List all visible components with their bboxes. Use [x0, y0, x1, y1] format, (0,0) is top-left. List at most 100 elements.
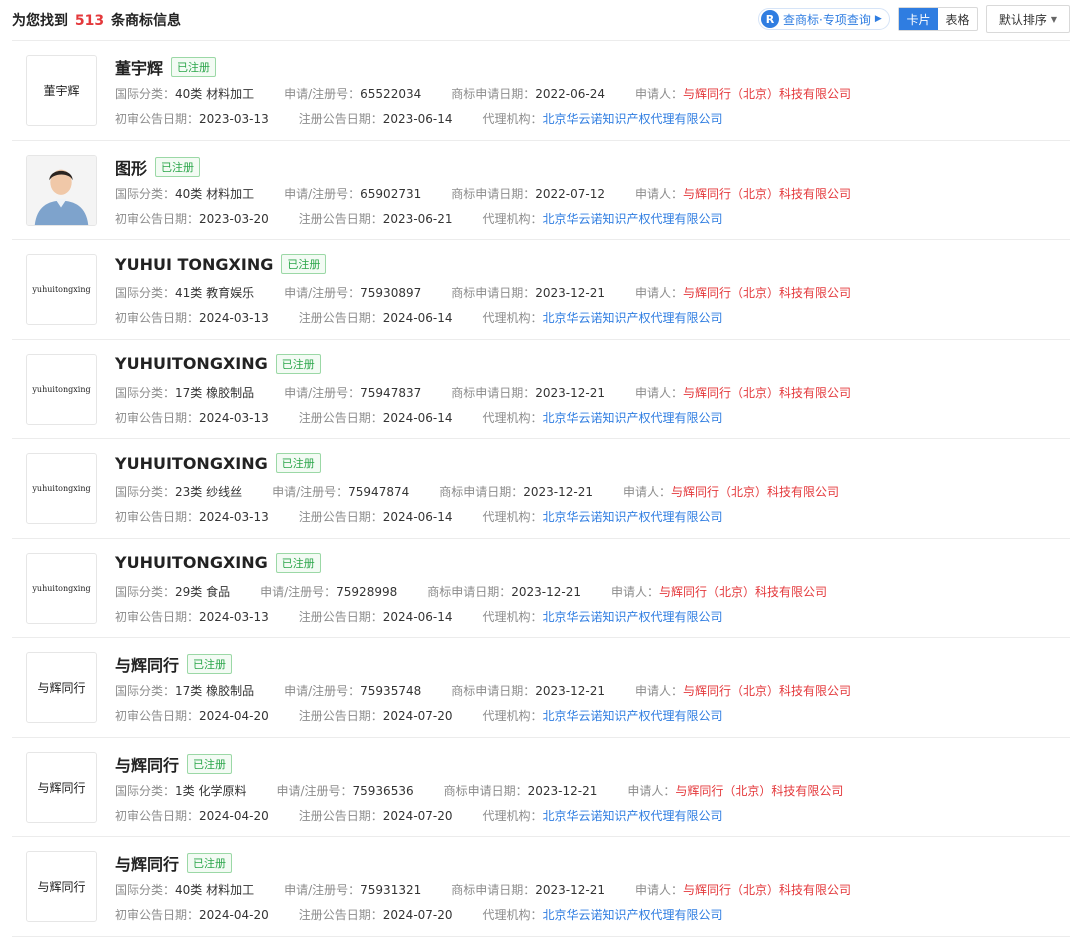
- trademark-image[interactable]: 与辉同行: [26, 751, 97, 823]
- first-pub-value: 2024-03-13: [199, 510, 269, 524]
- reg-pub-value: 2023-06-14: [382, 112, 453, 126]
- trademark-list: 董宇辉 董宇辉 已注册 国际分类：40类 材料加工 申请/注册号：6552203…: [12, 41, 1070, 937]
- trademark-query-button[interactable]: R 查商标·专项查询 ▶: [758, 8, 890, 30]
- reg-no-label: 申请/注册号：: [276, 783, 353, 798]
- detail-row-1: 国际分类：1类 化学原料 申请/注册号：75936536 商标申请日期：2023…: [115, 782, 873, 799]
- applicant-link[interactable]: 与辉同行（北京）科技有限公司: [683, 684, 851, 698]
- first-pub-label: 初审公告日期：: [115, 510, 200, 524]
- apply-date-value: 2022-06-24: [535, 87, 605, 101]
- status-badge: 已注册: [275, 453, 321, 473]
- reg-pub-label: 注册公告日期：: [298, 510, 383, 524]
- first-pub-label: 初审公告日期：: [115, 211, 200, 226]
- agency-link[interactable]: 北京华云诺知识产权代理有限公司: [543, 411, 723, 425]
- class-field: 国际分类：17类 橡胶制品: [115, 384, 254, 401]
- apply-date-value: 2023-12-21: [535, 385, 605, 400]
- agency-field: 代理机构：北京华云诺知识产权代理有限公司: [483, 508, 723, 525]
- trademark-card[interactable]: yuhuitongxing YUHUITONGXING 已注册 国际分类：23类…: [12, 439, 1070, 539]
- trademark-card[interactable]: 董宇辉 董宇辉 已注册 国际分类：40类 材料加工 申请/注册号：6552203…: [12, 41, 1070, 141]
- trademark-image[interactable]: 与辉同行: [26, 851, 97, 922]
- applicant-link[interactable]: 与辉同行（北京）科技有限公司: [683, 386, 851, 400]
- applicant-link[interactable]: 与辉同行（北京）科技有限公司: [659, 585, 827, 599]
- reg-no-value: 65522034: [360, 87, 422, 101]
- apply-date-field: 商标申请日期：2023-12-21: [439, 483, 593, 500]
- trademark-card[interactable]: yuhuitongxing YUHUI TONGXING 已注册 国际分类：41…: [12, 240, 1070, 340]
- applicant-label: 申请人：: [635, 385, 684, 400]
- class-label: 国际分类：: [115, 385, 176, 400]
- reg-no-field: 申请/注册号：65902731: [284, 185, 421, 202]
- trademark-name[interactable]: 与辉同行: [115, 752, 179, 776]
- trademark-name[interactable]: YUHUITONGXING: [115, 354, 268, 373]
- trademark-name[interactable]: YUHUITONGXING: [115, 454, 268, 473]
- title-row: 董宇辉 已注册: [115, 55, 217, 79]
- trademark-name[interactable]: YUHUITONGXING: [115, 553, 268, 572]
- trademark-image[interactable]: yuhuitongxing: [26, 254, 97, 325]
- agency-link[interactable]: 北京华云诺知识产权代理有限公司: [543, 212, 723, 226]
- first-pub-field: 初审公告日期：2024-03-13: [115, 608, 269, 625]
- class-value: 40类 材料加工: [175, 883, 255, 897]
- first-pub-label: 初审公告日期：: [115, 410, 200, 425]
- trademark-image[interactable]: yuhuitongxing: [26, 453, 97, 524]
- applicant-link[interactable]: 与辉同行（北京）科技有限公司: [683, 286, 851, 300]
- view-table-button[interactable]: 表格: [938, 8, 977, 30]
- reg-pub-label: 注册公告日期：: [298, 311, 383, 325]
- applicant-link[interactable]: 与辉同行（北京）科技有限公司: [675, 784, 843, 798]
- applicant-link[interactable]: 与辉同行（北京）科技有限公司: [683, 187, 851, 201]
- trademark-image[interactable]: 董宇辉: [26, 55, 97, 126]
- trademark-name[interactable]: 董宇辉: [115, 55, 163, 79]
- detail-row-1: 国际分类：17类 橡胶制品 申请/注册号：75947837 商标申请日期：202…: [115, 384, 881, 401]
- class-field: 国际分类：1类 化学原料: [115, 782, 246, 799]
- trademark-name[interactable]: 与辉同行: [115, 652, 179, 676]
- reg-no-field: 申请/注册号：75936536: [276, 782, 413, 799]
- first-pub-field: 初审公告日期：2023-03-13: [115, 110, 269, 127]
- agency-field: 代理机构：北京华云诺知识产权代理有限公司: [483, 807, 723, 824]
- trademark-name[interactable]: YUHUI TONGXING: [115, 255, 273, 274]
- agency-label: 代理机构：: [482, 808, 543, 823]
- agency-link[interactable]: 北京华云诺知识产权代理有限公司: [543, 510, 723, 524]
- first-pub-field: 初审公告日期：2024-03-13: [115, 409, 269, 426]
- agency-link[interactable]: 北京华云诺知识产权代理有限公司: [543, 709, 723, 723]
- applicant-link[interactable]: 与辉同行（北京）科技有限公司: [671, 485, 839, 499]
- agency-link[interactable]: 北京华云诺知识产权代理有限公司: [543, 112, 723, 126]
- status-badge: 已注册: [281, 254, 327, 274]
- class-label: 国际分类：: [115, 186, 176, 201]
- agency-link[interactable]: 北京华云诺知识产权代理有限公司: [543, 311, 723, 325]
- title-row: 与辉同行 已注册: [115, 851, 233, 875]
- applicant-label: 申请人：: [623, 485, 672, 499]
- class-label: 国际分类：: [115, 87, 176, 101]
- agency-link[interactable]: 北京华云诺知识产权代理有限公司: [543, 908, 723, 922]
- detail-row-2: 初审公告日期：2024-03-13 注册公告日期：2024-06-14 代理机构…: [115, 508, 753, 525]
- agency-link[interactable]: 北京华云诺知识产权代理有限公司: [543, 610, 723, 624]
- agency-field: 代理机构：北京华云诺知识产权代理有限公司: [483, 906, 723, 923]
- trademark-card[interactable]: 图形 已注册 国际分类：40类 材料加工 申请/注册号：65902731 商标申…: [12, 141, 1070, 240]
- title-row: 图形 已注册: [115, 155, 201, 179]
- apply-date-field: 商标申请日期：2023-12-21: [451, 881, 605, 898]
- class-field: 国际分类：40类 材料加工: [115, 185, 254, 202]
- trademark-card[interactable]: 与辉同行 与辉同行 已注册 国际分类：17类 橡胶制品 申请/注册号：75935…: [12, 638, 1070, 738]
- applicant-field: 申请人：与辉同行（北京）科技有限公司: [635, 284, 851, 301]
- class-value: 40类 材料加工: [175, 186, 255, 201]
- agency-field: 代理机构：北京华云诺知识产权代理有限公司: [483, 707, 723, 724]
- trademark-image[interactable]: yuhuitongxing: [26, 353, 97, 425]
- trademark-card[interactable]: 与辉同行 与辉同行 已注册 国际分类：1类 化学原料 申请/注册号：759365…: [12, 738, 1070, 837]
- trademark-card[interactable]: 与辉同行 与辉同行 已注册 国际分类：40类 材料加工 申请/注册号：75931…: [12, 837, 1070, 937]
- trademark-image[interactable]: 与辉同行: [26, 652, 97, 723]
- class-value: 29类 食品: [175, 584, 231, 599]
- trademark-card[interactable]: yuhuitongxing YUHUITONGXING 已注册 国际分类：29类…: [12, 539, 1070, 638]
- trademark-image-text: yuhuitongxing: [32, 484, 91, 493]
- view-card-button[interactable]: 卡片: [899, 8, 938, 30]
- trademark-card[interactable]: yuhuitongxing YUHUITONGXING 已注册 国际分类：17类…: [12, 340, 1070, 439]
- trademark-image[interactable]: [26, 154, 97, 226]
- trademark-image[interactable]: yuhuitongxing: [26, 552, 97, 624]
- sort-dropdown[interactable]: 默认排序 ▼: [986, 5, 1070, 33]
- first-pub-label: 初审公告日期：: [115, 311, 200, 325]
- class-label: 国际分类：: [115, 286, 176, 300]
- applicant-link[interactable]: 与辉同行（北京）科技有限公司: [683, 883, 851, 897]
- agency-link[interactable]: 北京华云诺知识产权代理有限公司: [543, 809, 723, 823]
- trademark-name[interactable]: 与辉同行: [115, 851, 179, 875]
- reg-no-label: 申请/注册号：: [284, 186, 361, 201]
- reg-no-label: 申请/注册号：: [284, 286, 361, 300]
- agency-field: 代理机构：北京华云诺知识产权代理有限公司: [483, 110, 723, 127]
- trademark-name[interactable]: 图形: [115, 155, 147, 179]
- applicant-link[interactable]: 与辉同行（北京）科技有限公司: [683, 87, 851, 101]
- detail-row-2: 初审公告日期：2023-03-20 注册公告日期：2023-06-21 代理机构…: [115, 210, 753, 227]
